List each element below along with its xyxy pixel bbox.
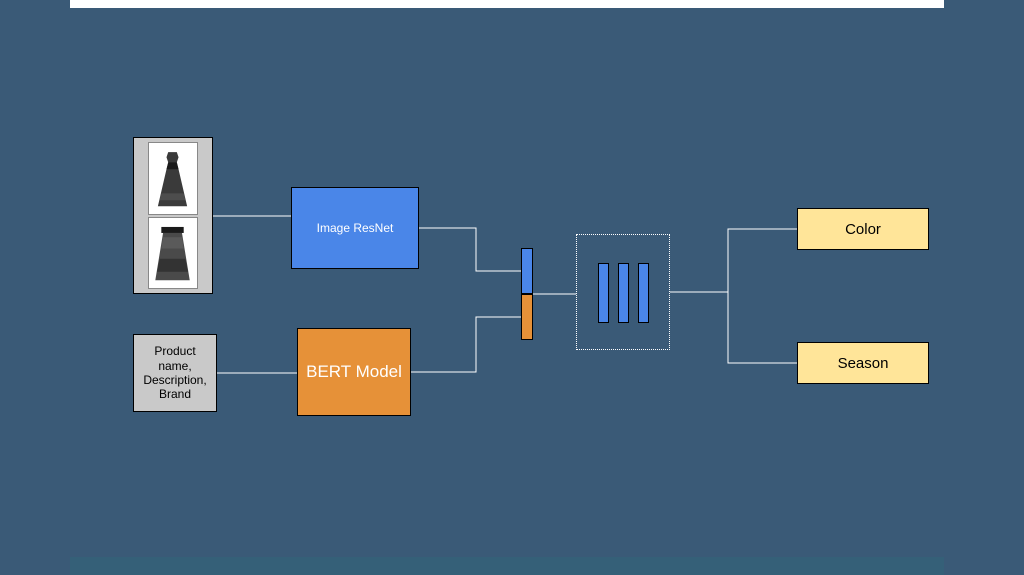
dress-icon	[151, 221, 194, 288]
image-resnet-box: Image ResNet	[291, 187, 419, 269]
output-season-label: Season	[838, 355, 889, 372]
nn-layer-bar	[618, 263, 629, 323]
embedding-text-half	[521, 294, 533, 340]
bert-model-box: BERT Model	[297, 328, 411, 416]
output-color-label: Color	[845, 221, 881, 238]
dress-icon	[151, 147, 194, 214]
product-image-1	[148, 142, 198, 215]
bert-label: BERT Model	[306, 362, 402, 382]
input-image-box	[133, 137, 213, 294]
embedding-image-half	[521, 248, 533, 294]
input-text-label: Product name, Description, Brand	[138, 344, 212, 402]
resnet-label: Image ResNet	[317, 221, 394, 235]
input-text-box: Product name, Description, Brand	[133, 334, 217, 412]
product-image-2	[148, 217, 198, 290]
architecture-diagram: Product name, Description, Brand Image R…	[0, 0, 1024, 575]
output-season-box: Season	[797, 342, 929, 384]
output-color-box: Color	[797, 208, 929, 250]
nn-layer-bar	[598, 263, 609, 323]
nn-layer-bar	[638, 263, 649, 323]
